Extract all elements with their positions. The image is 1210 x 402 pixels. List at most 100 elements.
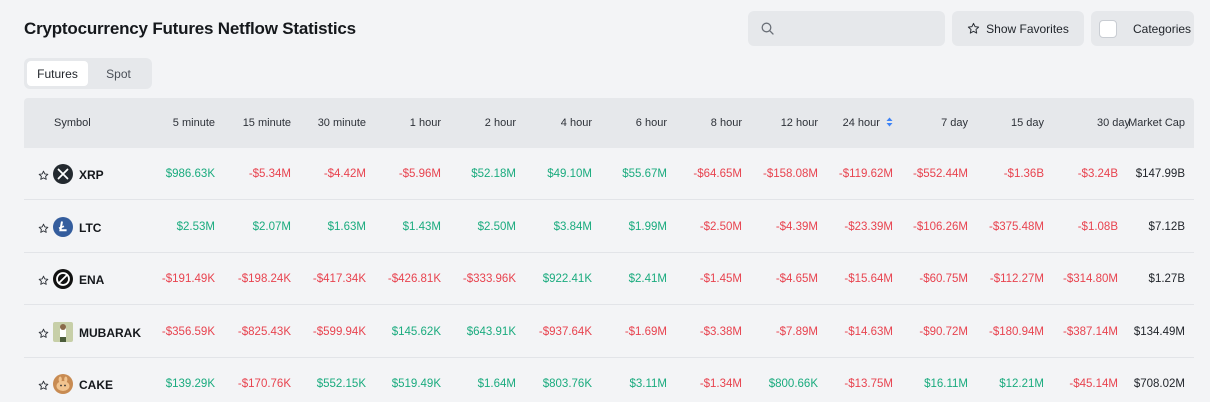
netflow-cell: -$552.44M — [913, 168, 968, 180]
symbol-label[interactable]: ENA — [79, 273, 104, 287]
col-header-market-cap[interactable]: Market Cap — [1128, 117, 1185, 129]
favorite-toggle[interactable] — [38, 168, 49, 186]
ltc-icon — [53, 216, 73, 237]
categories-button[interactable]: Categories — [1091, 11, 1194, 46]
favorite-toggle[interactable] — [38, 378, 49, 396]
search-icon — [761, 22, 774, 35]
col-header-24h-label: 24 hour — [842, 117, 880, 129]
tab-spot[interactable]: Spot — [88, 61, 149, 86]
symbol-label[interactable]: XRP — [79, 168, 104, 182]
tab-futures[interactable]: Futures — [27, 61, 88, 86]
netflow-cell: -$1.69M — [624, 325, 667, 338]
market-cap-cell: $134.49M — [1133, 325, 1185, 338]
cake-icon — [53, 374, 73, 394]
netflow-cell: -$599.94K — [312, 325, 366, 338]
col-header-symbol: Symbol — [54, 117, 91, 129]
col-header-7d[interactable]: 7 day — [941, 117, 968, 129]
netflow-cell: -$387.14M — [1063, 325, 1118, 338]
col-header-30d[interactable]: 30 day — [1097, 117, 1130, 129]
netflow-cell: -$60.75M — [919, 273, 968, 285]
search-input[interactable] — [748, 11, 945, 46]
favorite-toggle[interactable] — [38, 221, 49, 239]
netflow-cell: $55.67M — [622, 168, 667, 180]
market-cap-cell: $7.12B — [1148, 220, 1185, 233]
netflow-cell: $145.62K — [391, 325, 441, 338]
favorite-toggle[interactable] — [38, 273, 49, 291]
netflow-cell: $139.29K — [165, 378, 215, 390]
netflow-cell: -$3.24B — [1077, 168, 1118, 180]
symbol-label[interactable]: MUBARAK — [79, 326, 141, 340]
netflow-cell: -$356.59K — [161, 325, 215, 338]
col-header-30m[interactable]: 30 minute — [318, 117, 366, 129]
netflow-cell: -$825.43K — [237, 325, 291, 338]
netflow-cell: $2.41M — [628, 273, 667, 285]
col-header-12h[interactable]: 12 hour — [781, 117, 818, 129]
netflow-cell: -$112.27M — [989, 273, 1044, 285]
netflow-cell: $800.66K — [768, 378, 818, 390]
netflow-cell: -$5.96M — [398, 168, 441, 180]
col-header-2h[interactable]: 2 hour — [485, 117, 516, 129]
symbol-label[interactable]: CAKE — [79, 378, 113, 392]
netflow-cell: $12.21M — [999, 378, 1044, 390]
netflow-cell: $552.15K — [316, 378, 366, 390]
netflow-cell: -$23.39M — [844, 220, 893, 233]
table-row[interactable]: LTC $2.53M $2.07M $1.63M $1.43M $2.50M $3.84M $… — [24, 200, 1194, 253]
favorite-toggle[interactable] — [38, 326, 49, 344]
favorite-star-icon[interactable] — [38, 170, 49, 181]
favorite-star-icon[interactable] — [38, 380, 49, 391]
netflow-cell: $2.50M — [477, 220, 516, 233]
netflow-cell: -$180.94M — [989, 325, 1044, 338]
symbol-label[interactable]: LTC — [79, 221, 101, 235]
netflow-cell: -$4.65M — [775, 273, 818, 285]
netflow-cell: $52.18M — [471, 168, 516, 180]
netflow-cell: $3.11M — [629, 378, 667, 390]
netflow-cell: -$7.89M — [775, 325, 818, 338]
market-cap-cell: $147.99B — [1135, 168, 1185, 180]
table-row[interactable]: XRP $986.63K -$5.34M -$4.42M -$5.96M $52.18M $… — [24, 148, 1194, 200]
netflow-cell: -$314.80M — [1063, 273, 1118, 285]
netflow-cell: $3.84M — [553, 220, 592, 233]
netflow-cell: -$417.34K — [312, 273, 366, 285]
page-title: Cryptocurrency Futures Netflow Statistic… — [24, 19, 356, 38]
netflow-cell: -$45.14M — [1069, 378, 1118, 390]
table-row[interactable]: ENA -$191.49K -$198.24K -$417.34K -$426.81K -… — [24, 253, 1194, 305]
netflow-cell: -$1.08B — [1077, 220, 1118, 233]
col-header-1h[interactable]: 1 hour — [410, 117, 441, 129]
netflow-cell: -$14.63M — [844, 325, 893, 338]
netflow-cell: -$1.36B — [1003, 168, 1044, 180]
col-header-4h[interactable]: 4 hour — [561, 117, 592, 129]
netflow-cell: -$4.39M — [775, 220, 818, 233]
categories-checkbox[interactable] — [1099, 19, 1117, 38]
table-row[interactable]: MUBARAK -$356.59K -$825.43K -$599.94K $145.6… — [24, 305, 1194, 358]
netflow-cell: -$937.64K — [538, 325, 592, 338]
show-favorites-button[interactable]: Show Favorites — [952, 11, 1084, 46]
netflow-cell: -$4.42M — [323, 168, 366, 180]
netflow-cell: -$1.34M — [699, 378, 742, 390]
col-header-5m[interactable]: 5 minute — [173, 117, 215, 129]
sort-icon[interactable] — [886, 117, 893, 127]
market-cap-cell: $1.27B — [1148, 273, 1185, 285]
col-header-6h[interactable]: 6 hour — [636, 117, 667, 129]
netflow-cell: -$106.26M — [913, 220, 968, 233]
netflow-cell: $1.43M — [402, 220, 441, 233]
netflow-cell: $1.99M — [628, 220, 667, 233]
netflow-cell: -$158.08M — [763, 168, 818, 180]
col-header-24h[interactable]: 24 hour — [843, 117, 893, 129]
netflow-cell: -$15.64M — [844, 273, 893, 285]
col-header-15d[interactable]: 15 day — [1011, 117, 1044, 129]
netflow-cell: -$3.38M — [699, 325, 742, 338]
favorite-star-icon[interactable] — [38, 328, 49, 339]
table-header: Symbol 5 minute 15 minute 30 minute 1 ho… — [24, 98, 1194, 148]
netflow-cell: $643.91K — [466, 325, 516, 338]
netflow-cell: $1.63M — [327, 220, 366, 233]
netflow-cell: $986.63K — [165, 168, 215, 180]
favorite-star-icon[interactable] — [38, 275, 49, 286]
favorite-star-icon[interactable] — [38, 223, 49, 234]
table-row[interactable]: CAKE $139.29K -$170.76K $552.15K $519.49K $1.… — [24, 358, 1194, 402]
col-header-8h[interactable]: 8 hour — [711, 117, 742, 129]
market-cap-cell: $708.02M — [1133, 378, 1185, 390]
netflow-cell: $16.11M — [924, 378, 968, 390]
netflow-cell: $803.76K — [542, 378, 592, 390]
netflow-cell: -$170.76K — [237, 378, 291, 390]
col-header-15m[interactable]: 15 minute — [243, 117, 291, 129]
